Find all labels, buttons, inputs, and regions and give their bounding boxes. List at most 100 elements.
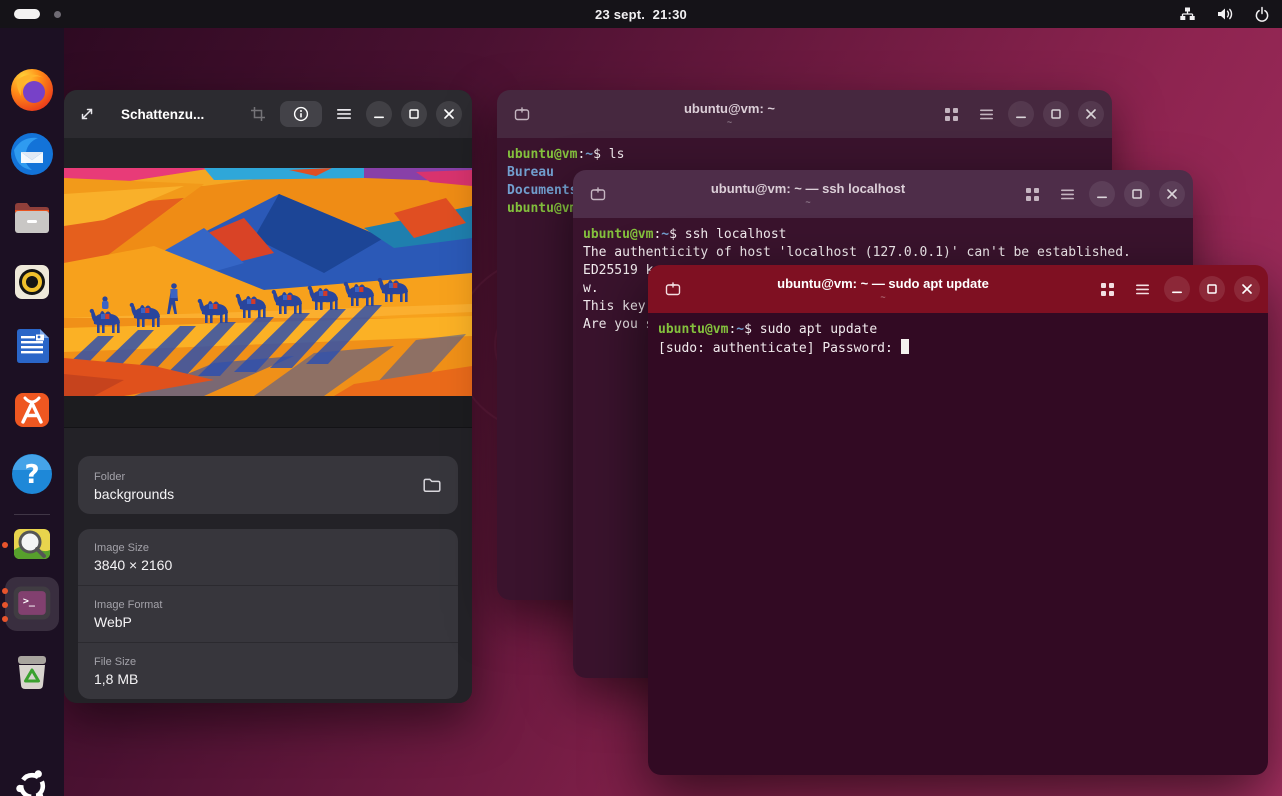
viewer-letterbox (64, 138, 472, 168)
window-subtitle: ~ (643, 197, 973, 207)
terminal-content[interactable]: ubuntu@vm:~$ sudo apt update [sudo: auth… (648, 313, 1268, 775)
minimize-button[interactable] (366, 101, 392, 127)
terminal-text-segment: $ ssh localhost (669, 227, 786, 242)
running-indicator-terminal (2, 616, 8, 622)
dock-item-help[interactable]: ? (8, 450, 56, 498)
window-title: ubuntu@vm: ~ (567, 101, 892, 116)
terminal-icon: >_ (10, 581, 54, 625)
top-bar: 23 sept. 21:30 (0, 0, 1282, 28)
tab-overview-button[interactable] (938, 101, 964, 127)
window-title: ubuntu@vm: ~ — ssh localhost (643, 181, 973, 196)
close-button[interactable] (1078, 101, 1104, 127)
open-folder-icon[interactable] (422, 476, 442, 494)
clock[interactable]: 23 sept. 21:30 (0, 7, 1282, 22)
trash-icon (8, 648, 56, 696)
terminal-text-segment: $ ls (593, 147, 624, 162)
terminal-headerbar[interactable]: ubuntu@vm: ~ — ssh localhost ~ (573, 170, 1193, 218)
dock-separator (14, 514, 50, 515)
terminal-text-segment: Bureau (507, 165, 554, 180)
new-tab-button[interactable] (509, 101, 535, 127)
maximize-button[interactable] (1124, 181, 1150, 207)
maximize-button[interactable] (1199, 276, 1225, 302)
property-image-format: Image Format WebP (78, 585, 458, 642)
files-icon (8, 194, 56, 242)
new-tab-button[interactable] (585, 181, 611, 207)
tab-overview-button[interactable] (1019, 181, 1045, 207)
dock-item-app-center[interactable] (8, 386, 56, 434)
fullscreen-button[interactable] (74, 101, 100, 127)
menu-button[interactable] (973, 101, 999, 127)
dock-item-image-viewer[interactable] (8, 520, 56, 568)
property-label: File Size (94, 656, 442, 668)
close-button[interactable] (1234, 276, 1260, 302)
network-icon[interactable] (1179, 6, 1196, 22)
terminal-window-sudo: ubuntu@vm: ~ — sudo apt update ~ ubuntu@… (648, 265, 1268, 775)
maximize-button[interactable] (401, 101, 427, 127)
property-value: WebP (94, 614, 442, 630)
window-title: ubuntu@vm: ~ — sudo apt update (718, 276, 1048, 291)
rhythmbox-icon (8, 258, 56, 306)
viewer-letterbox (64, 396, 472, 428)
terminal-line: [sudo: authenticate] Password: (658, 339, 1258, 357)
terminal-line: The authenticity of host 'localhost (127… (583, 244, 1183, 262)
window-subtitle: ~ (567, 117, 892, 127)
terminal-text-segment: Are you s (583, 317, 653, 332)
property-folder[interactable]: Folder backgrounds (78, 456, 458, 514)
property-label: Folder (94, 471, 422, 483)
terminal-title-area: ubuntu@vm: ~ — sudo apt update ~ (718, 276, 1048, 302)
window-title: Schattenzu... (121, 107, 204, 122)
tab-overview-button[interactable] (1094, 276, 1120, 302)
system-status-area[interactable] (1179, 0, 1270, 28)
dock-item-rhythmbox[interactable] (8, 258, 56, 306)
firefox-icon (8, 66, 56, 114)
property-image-size: Image Size 3840 × 2160 (78, 529, 458, 585)
menu-button[interactable] (331, 101, 357, 127)
properties-toggle-button[interactable] (280, 101, 322, 127)
menu-button[interactable] (1129, 276, 1155, 302)
property-label: Image Size (94, 542, 442, 554)
close-button[interactable] (1159, 181, 1185, 207)
svg-text:?: ? (24, 460, 39, 490)
dock-item-firefox[interactable] (8, 66, 56, 114)
terminal-text-segment: ubuntu@vm (658, 322, 728, 337)
dock-item-thunderbird[interactable] (8, 130, 56, 178)
dock-item-terminal[interactable]: >_ (10, 581, 54, 625)
terminal-text-segment: The authenticity of host 'localhost (127… (583, 245, 1131, 260)
terminal-text-segment: ubuntu@vm (583, 227, 653, 242)
desktop-screen: 23 sept. 21:30 (0, 0, 1282, 796)
dock-item-libreoffice-writer[interactable] (8, 322, 56, 370)
terminal-text-segment: w. (583, 281, 599, 296)
terminal-line: ubuntu@vm:~$ sudo apt update (658, 321, 1258, 339)
power-icon[interactable] (1254, 6, 1270, 22)
maximize-button[interactable] (1043, 101, 1069, 127)
minimize-button[interactable] (1008, 101, 1034, 127)
terminal-headerbar[interactable]: ubuntu@vm: ~ — sudo apt update ~ (648, 265, 1268, 313)
property-value: 1,8 MB (94, 671, 442, 687)
running-indicator-terminal (2, 588, 8, 594)
property-label: Image Format (94, 599, 442, 611)
close-button[interactable] (436, 101, 462, 127)
terminal-headerbar[interactable]: ubuntu@vm: ~ ~ (497, 90, 1112, 138)
dock-item-show-apps[interactable] (12, 766, 52, 796)
help-icon: ? (8, 450, 56, 498)
property-value: 3840 × 2160 (94, 557, 442, 573)
terminal-text-segment: [sudo: authenticate] Password: (658, 341, 901, 356)
terminal-title-area: ubuntu@vm: ~ — ssh localhost ~ (643, 181, 973, 207)
image-viewer-headerbar[interactable]: Schattenzu... (64, 90, 472, 138)
image-viewer-window: Schattenzu... (64, 90, 472, 703)
terminal-text-segment: ~ (585, 147, 593, 162)
new-tab-button[interactable] (660, 276, 686, 302)
dock-item-files[interactable] (8, 194, 56, 242)
running-indicator-terminal (2, 602, 8, 608)
dock: ? >_ (0, 28, 64, 796)
minimize-button[interactable] (1089, 181, 1115, 207)
menu-button[interactable] (1054, 181, 1080, 207)
terminal-line: ubuntu@vm:~$ ssh localhost (583, 226, 1183, 244)
terminal-text-segment: ubuntu@vm (507, 201, 577, 216)
terminal-text-segment: ED25519 k (583, 263, 653, 278)
wallpaper-image (64, 168, 472, 396)
minimize-button[interactable] (1164, 276, 1190, 302)
dock-item-trash[interactable] (8, 648, 56, 696)
terminal-text-segment: ~ (736, 322, 744, 337)
volume-icon[interactable] (1216, 6, 1234, 22)
